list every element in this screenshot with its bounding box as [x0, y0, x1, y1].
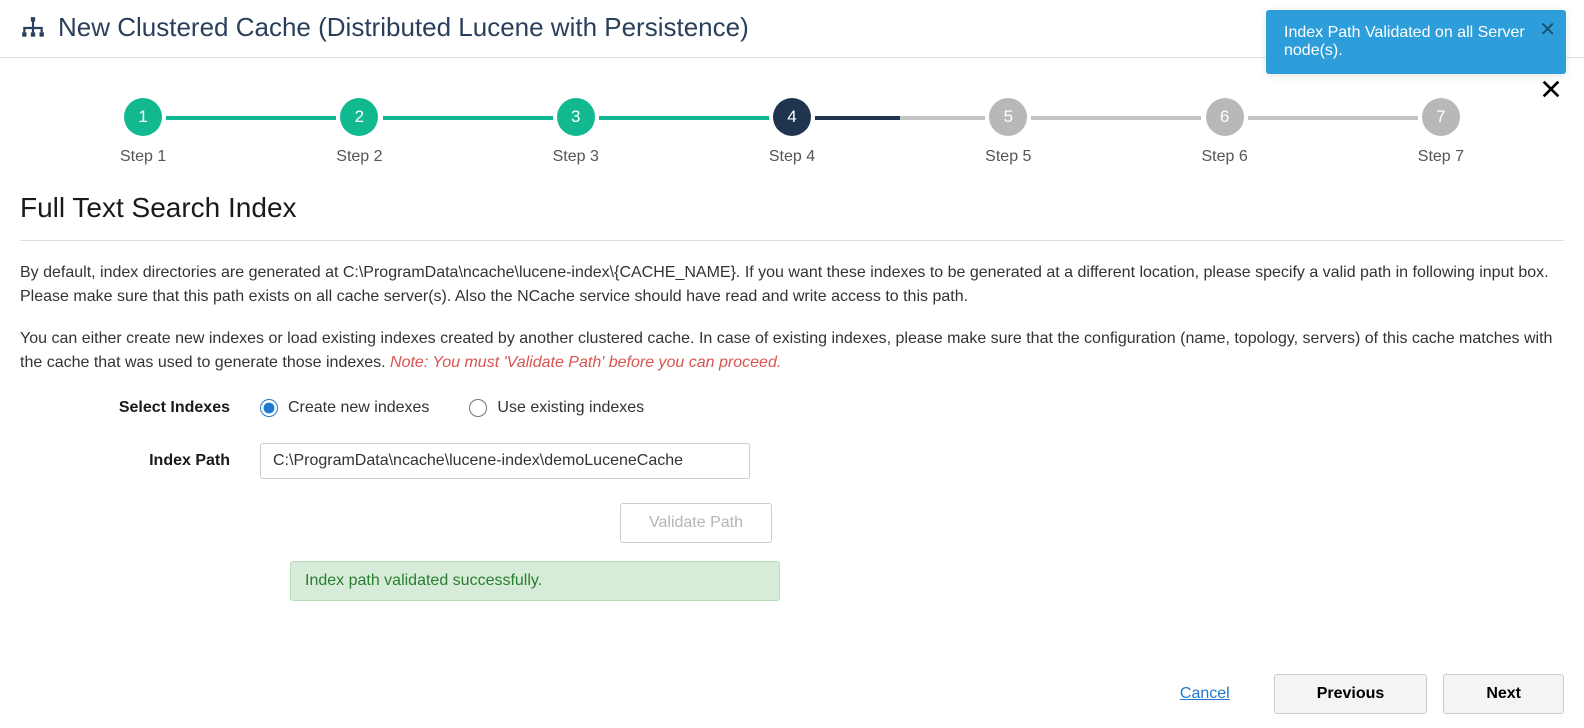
step-2: 2 Step 2	[336, 98, 382, 166]
validation-success-message: Index path validated successfully.	[290, 561, 780, 601]
use-existing-radio[interactable]	[469, 399, 487, 417]
step-3: 3 Step 3	[553, 98, 599, 166]
next-button[interactable]: Next	[1443, 674, 1564, 714]
index-path-label: Index Path	[20, 452, 260, 470]
step-5-circle: 5	[989, 98, 1027, 136]
connector-6-7	[1248, 116, 1418, 120]
step-4-label: Step 4	[769, 148, 815, 166]
step-2-label: Step 2	[336, 148, 382, 166]
create-new-radio[interactable]	[260, 399, 278, 417]
select-indexes-row: Select Indexes Create new indexes Use ex…	[0, 393, 1584, 423]
use-existing-option[interactable]: Use existing indexes	[469, 399, 644, 417]
validate-note: Note: You must 'Validate Path' before yo…	[390, 354, 781, 371]
validate-path-button[interactable]: Validate Path	[620, 503, 772, 543]
select-indexes-label: Select Indexes	[20, 399, 260, 417]
create-new-option[interactable]: Create new indexes	[260, 399, 429, 417]
index-mode-radio-group: Create new indexes Use existing indexes	[260, 399, 644, 417]
description-paragraph-1: By default, index directories are genera…	[0, 261, 1584, 309]
step-7: 7 Step 7	[1418, 98, 1464, 166]
step-7-circle: 7	[1422, 98, 1460, 136]
description-paragraph-2: You can either create new indexes or loa…	[0, 327, 1584, 375]
connector-4-5	[815, 116, 985, 120]
connector-1-2	[166, 116, 336, 120]
connector-3-4	[599, 116, 769, 120]
create-new-label: Create new indexes	[288, 399, 429, 417]
section-divider	[20, 240, 1564, 241]
step-6: 6 Step 6	[1201, 98, 1247, 166]
validate-row: Validate Path	[0, 499, 1584, 547]
step-4-circle: 4	[773, 98, 811, 136]
wizard-stepper: 1 Step 1 2 Step 2 3 Step 3 4 Step 4 5 St…	[0, 58, 1584, 186]
description-2-text: You can either create new indexes or loa…	[20, 330, 1552, 371]
wizard-footer: Cancel Previous Next	[1180, 674, 1564, 714]
index-path-row: Index Path	[0, 437, 1584, 485]
step-5-label: Step 5	[985, 148, 1031, 166]
step-1: 1 Step 1	[120, 98, 166, 166]
step-2-circle: 2	[340, 98, 378, 136]
cluster-icon	[20, 15, 46, 41]
use-existing-label: Use existing indexes	[497, 399, 644, 417]
connector-5-6	[1031, 116, 1201, 120]
step-7-label: Step 7	[1418, 148, 1464, 166]
step-6-label: Step 6	[1201, 148, 1247, 166]
step-3-circle: 3	[557, 98, 595, 136]
step-4: 4 Step 4	[769, 98, 815, 166]
index-path-input[interactable]	[260, 443, 750, 479]
step-1-label: Step 1	[120, 148, 166, 166]
toast-message: Index Path Validated on all Server node(…	[1284, 24, 1525, 59]
page-title: New Clustered Cache (Distributed Lucene …	[58, 12, 749, 43]
cancel-link[interactable]: Cancel	[1180, 685, 1230, 703]
step-5: 5 Step 5	[985, 98, 1031, 166]
section-heading: Full Text Search Index	[0, 186, 1584, 236]
step-3-label: Step 3	[553, 148, 599, 166]
connector-2-3	[383, 116, 553, 120]
toast-close-button[interactable]: ✕	[1539, 20, 1556, 40]
step-1-circle: 1	[124, 98, 162, 136]
step-6-circle: 6	[1206, 98, 1244, 136]
previous-button[interactable]: Previous	[1274, 674, 1428, 714]
